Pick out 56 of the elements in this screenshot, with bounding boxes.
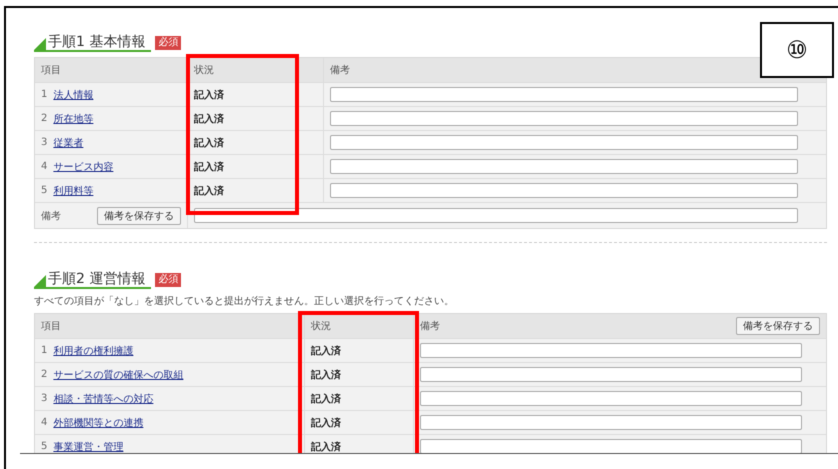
status-text: 記入済 [311,368,341,382]
item-number: 1 [41,89,48,100]
status-text: 記入済 [194,184,224,198]
column-header: 項目 [41,320,61,333]
remarks-field[interactable] [330,183,798,198]
remarks-field[interactable] [330,159,798,174]
item-link[interactable]: サービスの質の確保への取組 [53,368,184,382]
status-text: 記入済 [194,112,224,126]
remarks-field[interactable] [420,439,802,453]
item-number: 5 [41,441,48,452]
column-header: 備考 [420,320,440,333]
step-number-label: ⑩ [760,22,834,78]
column-header: 備考 [330,64,350,77]
item-number: 4 [41,417,48,428]
remarks-field[interactable] [330,135,798,150]
notice-text: すべての項目が「なし」を選択していると提出が行えません。正しい選択を行ってください。 [34,294,455,308]
item-link[interactable]: 相談・苦情等への対応 [53,392,154,406]
item-number: 2 [41,113,48,124]
item-link[interactable]: 利用者の権利擁護 [53,344,134,358]
remarks-field[interactable] [194,208,798,223]
required-badge: 必須 [155,273,182,287]
remarks-field[interactable] [330,87,798,102]
section-title: 手順2 運営情報 [48,271,146,287]
status-text: 記入済 [311,440,341,453]
section-title: 手順1 基本情報 [48,34,146,50]
status-text: 記入済 [194,160,224,174]
item-number: 3 [41,137,48,148]
remarks-field[interactable] [330,111,798,126]
remarks-field[interactable] [420,391,802,406]
item-number: 4 [41,161,48,172]
status-text: 記入済 [194,88,224,102]
item-link[interactable]: 利用料等 [53,184,94,198]
status-text: 記入済 [311,392,341,406]
column-header: 項目 [41,64,61,77]
item-link[interactable]: 従業者 [53,136,84,150]
item-link[interactable]: 外部機関等との連携 [53,416,144,430]
remarks-label: 備考 [41,210,61,222]
status-text: 記入済 [311,416,341,430]
required-badge: 必須 [155,36,182,50]
item-link[interactable]: 法人情報 [53,88,94,102]
column-header: 状況 [311,320,331,333]
column-header: 状況 [194,64,214,77]
item-number: 3 [41,393,48,404]
item-link[interactable]: 所在地等 [53,112,94,126]
save-remarks-button[interactable]: 備考を保存する [736,317,820,335]
item-number: 2 [41,369,48,380]
item-number: 5 [41,185,48,196]
item-link[interactable]: サービス内容 [53,160,114,174]
remarks-field[interactable] [420,367,802,382]
remarks-field[interactable] [420,415,802,430]
remarks-field[interactable] [420,343,802,358]
item-link[interactable]: 事業運営・管理 [53,440,124,453]
status-text: 記入済 [194,136,224,150]
item-number: 1 [41,345,48,356]
save-remarks-button[interactable]: 備考を保存する [97,206,181,224]
status-text: 記入済 [311,344,341,358]
